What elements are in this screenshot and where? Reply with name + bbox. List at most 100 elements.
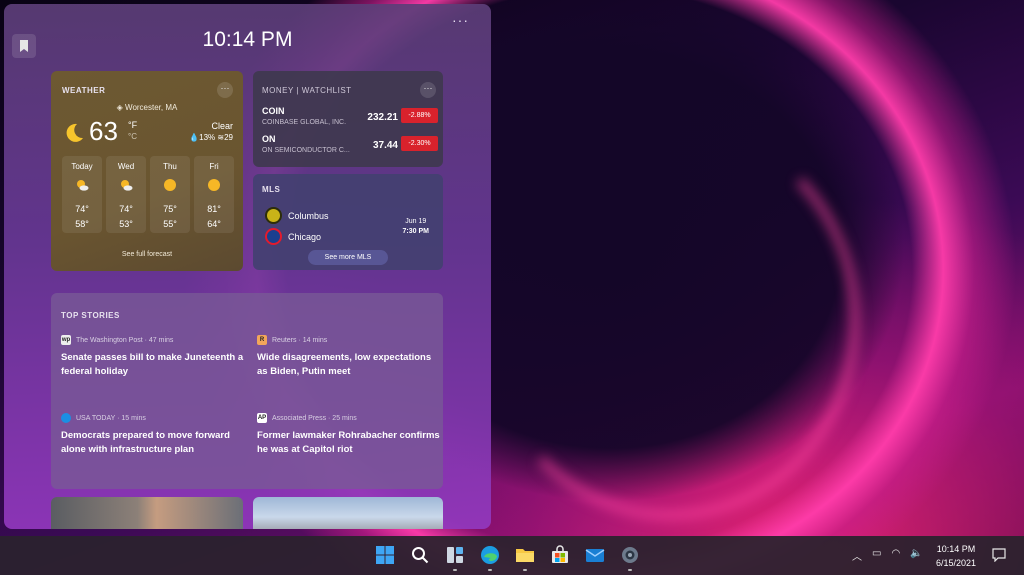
location-pin-icon: ◈: [116, 103, 123, 112]
settings-icon[interactable]: [619, 544, 641, 571]
file-explorer-icon[interactable]: [514, 544, 536, 571]
story-source: AP Associated Press · 25 mins: [257, 413, 442, 423]
money-more-icon[interactable]: ···: [420, 82, 436, 98]
washington-post-logo-icon: wp: [61, 335, 71, 345]
forecast-low: 58°: [75, 219, 89, 229]
story-source-text: Associated Press · 25 mins: [272, 414, 357, 422]
team-row: Chicago: [265, 228, 321, 245]
match-time: 7:30 PM: [402, 228, 429, 235]
edge-icon[interactable]: [479, 544, 501, 571]
forecast-low: 64°: [207, 219, 221, 229]
air-quality-value: 29: [224, 133, 233, 142]
weather-location-text: Worcester, MA: [125, 103, 178, 112]
top-stories-title: TOP STORIES: [61, 311, 120, 320]
store-icon[interactable]: [549, 544, 571, 566]
taskbar-date: 6/15/2021: [935, 558, 976, 568]
team-name: Chicago: [288, 231, 322, 242]
notification-icon[interactable]: [992, 548, 1006, 567]
weather-title: WEATHER: [62, 86, 106, 95]
weather-temperature: 63: [89, 116, 118, 146]
chevron-up-icon[interactable]: ︿: [852, 548, 862, 563]
forecast-low: 55°: [163, 219, 177, 229]
match-date: Jun 19: [405, 218, 427, 225]
team-name: Columbus: [288, 210, 329, 221]
taskbar-time: 10:14 PM: [936, 544, 976, 554]
weather-location[interactable]: ◈ Worcester, MA: [51, 103, 243, 112]
volume-icon[interactable]: 🔈: [910, 548, 922, 563]
active-indicator: [453, 569, 457, 571]
forecast-day[interactable]: Thu 75° 55°: [150, 156, 190, 233]
unit-celsius[interactable]: °C: [128, 132, 137, 141]
sunny-icon: [164, 179, 176, 191]
forecast-day-label: Wed: [117, 162, 135, 171]
story-headline[interactable]: Democrats prepared to move forward alone…: [61, 429, 246, 457]
usa-today-logo-icon: [61, 413, 71, 423]
taskbar-apps: [374, 544, 641, 571]
team-row: Columbus: [265, 207, 329, 224]
active-indicator: [523, 569, 527, 571]
money-watchlist-card[interactable]: MONEY | WATCHLIST ··· COIN COINBASE GLOB…: [253, 71, 443, 167]
money-title: MONEY | WATCHLIST: [262, 86, 352, 95]
columbus-crest-icon: [265, 207, 282, 224]
story-source: R Reuters · 14 mins: [257, 335, 442, 345]
story-headline[interactable]: Senate passes bill to make Juneteenth a …: [61, 351, 246, 379]
story-source-text: USA TODAY · 15 mins: [76, 414, 146, 422]
forecast-day-label: Fri: [209, 162, 219, 171]
widgets-icon[interactable]: [444, 544, 466, 571]
story-source-text: Reuters · 14 mins: [272, 336, 328, 344]
forecast-day-label: Today: [71, 162, 93, 171]
taskbar: ︿ ▭ ◠ 🔈 10:14 PM 6/15/2021: [0, 536, 1024, 575]
search-icon[interactable]: [409, 544, 431, 566]
see-more-mls-button[interactable]: See more MLS: [308, 250, 388, 265]
story-item[interactable]: USA TODAY · 15 mins Democrats prepared t…: [61, 413, 246, 457]
news-thumbnail[interactable]: [253, 497, 443, 529]
story-item[interactable]: AP Associated Press · 25 mins Former law…: [257, 413, 442, 457]
mail-icon[interactable]: [584, 544, 606, 566]
story-headline[interactable]: Wide disagreements, low expectations as …: [257, 351, 442, 379]
sunny-icon: [208, 179, 220, 191]
wifi-icon[interactable]: ◠: [891, 548, 900, 563]
forecast-low: 53°: [119, 219, 133, 229]
taskbar-clock[interactable]: 10:14 PM 6/15/2021: [936, 542, 976, 570]
forecast-day[interactable]: Wed 74° 53°: [106, 156, 146, 233]
stock-row[interactable]: COIN COINBASE GLOBAL, INC. 232.21 -2.88%: [262, 106, 438, 132]
partly-sunny-icon: [77, 180, 89, 191]
full-forecast-link[interactable]: See full forecast: [51, 251, 243, 258]
forecast-high: 81°: [207, 204, 221, 214]
partly-sunny-icon: [121, 180, 133, 191]
match-datetime: Jun 19 7:30 PM: [403, 218, 429, 235]
forecast-high: 75°: [163, 204, 177, 214]
active-indicator: [628, 569, 632, 571]
forecast-high: 74°: [119, 204, 133, 214]
active-indicator: [488, 569, 492, 571]
forecast-day-label: Thu: [163, 162, 177, 171]
precipitation-value: 13%: [199, 133, 216, 142]
weather-condition: Clear: [211, 121, 233, 131]
panel-more-icon[interactable]: ···: [452, 12, 469, 28]
stock-row[interactable]: ON ON SEMICONDUCTOR C... 37.44 -2.30%: [262, 134, 438, 160]
top-stories-card: TOP STORIES wp The Washington Post · 47 …: [51, 293, 443, 489]
forecast-day[interactable]: Today 74° 58°: [62, 156, 102, 233]
moon-icon: [63, 122, 85, 149]
story-headline[interactable]: Former lawmaker Rohrabacher confirms he …: [257, 429, 442, 457]
stock-change-badge: -2.30%: [401, 136, 438, 151]
widgets-panel: ··· 10:14 PM WEATHER ··· ◈ Worcester, MA…: [4, 4, 491, 529]
start-icon[interactable]: [374, 544, 396, 566]
weather-more-icon[interactable]: ···: [217, 82, 233, 98]
forecast-high: 74°: [75, 204, 89, 214]
weather-card[interactable]: WEATHER ··· ◈ Worcester, MA 63 °F °C Cle…: [51, 71, 243, 271]
forecast-row: Today 74° 58° Wed 74° 53° Thu 75° 55° Fr…: [62, 156, 234, 233]
stock-price: 37.44: [372, 140, 398, 151]
unit-fahrenheit[interactable]: °F: [128, 120, 137, 130]
panel-clock: 10:14 PM: [202, 28, 293, 51]
mls-title: MLS: [262, 185, 281, 194]
mls-card[interactable]: MLS Columbus Chicago Jun 19 7:30 PM See …: [253, 174, 443, 270]
raindrop-icon: 💧: [189, 133, 200, 142]
news-thumbnail[interactable]: [51, 497, 243, 529]
story-item[interactable]: R Reuters · 14 mins Wide disagreements, …: [257, 335, 442, 379]
story-source: wp The Washington Post · 47 mins: [61, 335, 246, 345]
reuters-logo-icon: R: [257, 335, 267, 345]
battery-icon[interactable]: ▭: [872, 548, 881, 563]
story-item[interactable]: wp The Washington Post · 47 mins Senate …: [61, 335, 246, 379]
forecast-day[interactable]: Fri 81° 64°: [194, 156, 234, 233]
